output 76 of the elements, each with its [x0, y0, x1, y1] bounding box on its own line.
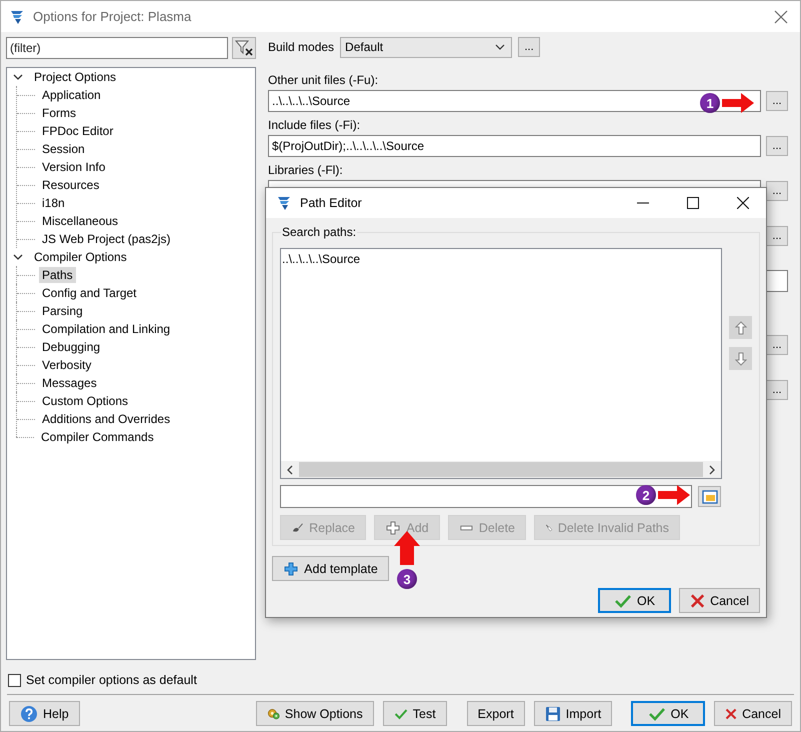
more-button[interactable]: ...: [518, 37, 540, 57]
tree-item[interactable]: i18n: [39, 195, 68, 211]
tree-item[interactable]: Miscellaneous: [39, 213, 122, 229]
tree-item[interactable]: Debugging: [39, 339, 104, 355]
window-title: Options for Project: Plasma: [33, 9, 192, 24]
field-label: Build modes: [268, 40, 334, 54]
cancel-button[interactable]: Cancel: [679, 588, 760, 613]
path-field[interactable]: $(ProjOutDir);..\..\..\..\Source: [268, 135, 761, 157]
tree-item[interactable]: Compiler Commands: [38, 429, 157, 445]
tree-item[interactable]: Project Options: [31, 69, 120, 85]
browse-folder-button[interactable]: [698, 486, 721, 507]
check-icon: [614, 592, 632, 608]
export-button[interactable]: Export: [466, 701, 525, 726]
path-list[interactable]: ..\..\..\..\Source: [280, 248, 722, 479]
scroll-right-icon: [708, 464, 716, 474]
filter-field[interactable]: (filter): [6, 37, 228, 59]
down-arrow-icon: [734, 352, 746, 366]
field-label: Libraries (-Fl):: [268, 162, 344, 178]
check-icon: [648, 706, 666, 722]
browse-button[interactable]: ...: [766, 91, 788, 111]
arrow-icon: [721, 92, 755, 114]
import-button[interactable]: Import: [534, 701, 612, 726]
tree-item[interactable]: Paths: [39, 267, 76, 283]
group-label: Search paths:: [281, 225, 358, 239]
folder-icon: [702, 490, 718, 504]
filter-clear-icon: [235, 40, 253, 56]
checkbox-label: Set compiler options as default: [26, 673, 197, 687]
tree-item[interactable]: Verbosity: [39, 357, 94, 373]
tree-item[interactable]: FPDoc Editor: [39, 123, 116, 139]
arrow-icon: [657, 484, 691, 506]
field-label: Other unit files (-Fu):: [268, 72, 380, 88]
horizontal-scrollbar[interactable]: [281, 461, 721, 478]
tree-item[interactable]: Custom Options: [39, 393, 132, 409]
browse-button[interactable]: ...: [766, 335, 788, 355]
tree-item[interactable]: Config and Target: [39, 285, 140, 301]
field-label: Include files (-Fi):: [268, 117, 362, 133]
list-item[interactable]: ..\..\..\..\Source: [282, 251, 360, 267]
path-input-field[interactable]: [280, 485, 692, 508]
tree-item[interactable]: Version Info: [39, 159, 108, 175]
dialog-title: Path Editor: [300, 196, 362, 210]
tree-item[interactable]: Session: [39, 141, 88, 157]
tree-item[interactable]: JS Web Project (pas2js): [39, 231, 174, 247]
add-template-button[interactable]: Add template: [272, 556, 389, 581]
tree-item[interactable]: Application: [39, 87, 104, 103]
tree-item[interactable]: Parsing: [39, 303, 86, 319]
ok-button[interactable]: Test: [382, 701, 447, 726]
checkbox[interactable]: [8, 674, 21, 686]
build-modes-dropdown[interactable]: Default: [340, 36, 512, 58]
tree-item[interactable]: Compilation and Linking: [39, 321, 174, 337]
tree-item[interactable]: Messages: [39, 375, 100, 391]
browse-button[interactable]: ...: [766, 181, 788, 201]
close-icon: [737, 197, 749, 209]
cancel-button[interactable]: Cancel: [714, 701, 792, 726]
app-logo-icon: [276, 195, 292, 211]
up-arrow-icon: [734, 320, 746, 334]
help-button[interactable]: Help: [9, 701, 80, 726]
cross-icon: [725, 706, 738, 722]
browse-button[interactable]: ...: [766, 226, 788, 246]
plus-icon: [283, 560, 300, 576]
cross-icon: [690, 592, 706, 608]
tree-item[interactable]: Compiler Options: [31, 249, 130, 265]
close-icon: [774, 10, 788, 24]
browse-button[interactable]: ...: [766, 380, 788, 400]
tree-item[interactable]: Forms: [39, 105, 79, 121]
browse-button[interactable]: ...: [766, 136, 788, 156]
tree-item[interactable]: Additions and Overrides: [39, 411, 174, 427]
ok-button[interactable]: OK: [631, 701, 705, 726]
ok-button[interactable]: OK: [598, 588, 671, 613]
plus-icon: [385, 520, 402, 536]
clear-filter-button[interactable]: [232, 37, 256, 59]
maximize-icon: [687, 197, 699, 209]
app-logo-icon: [9, 8, 25, 24]
tree-item[interactable]: Resources: [39, 177, 102, 193]
show-options-button[interactable]: Show Options: [256, 701, 374, 726]
help-icon: [20, 704, 38, 722]
scroll-left-icon: [286, 464, 294, 474]
